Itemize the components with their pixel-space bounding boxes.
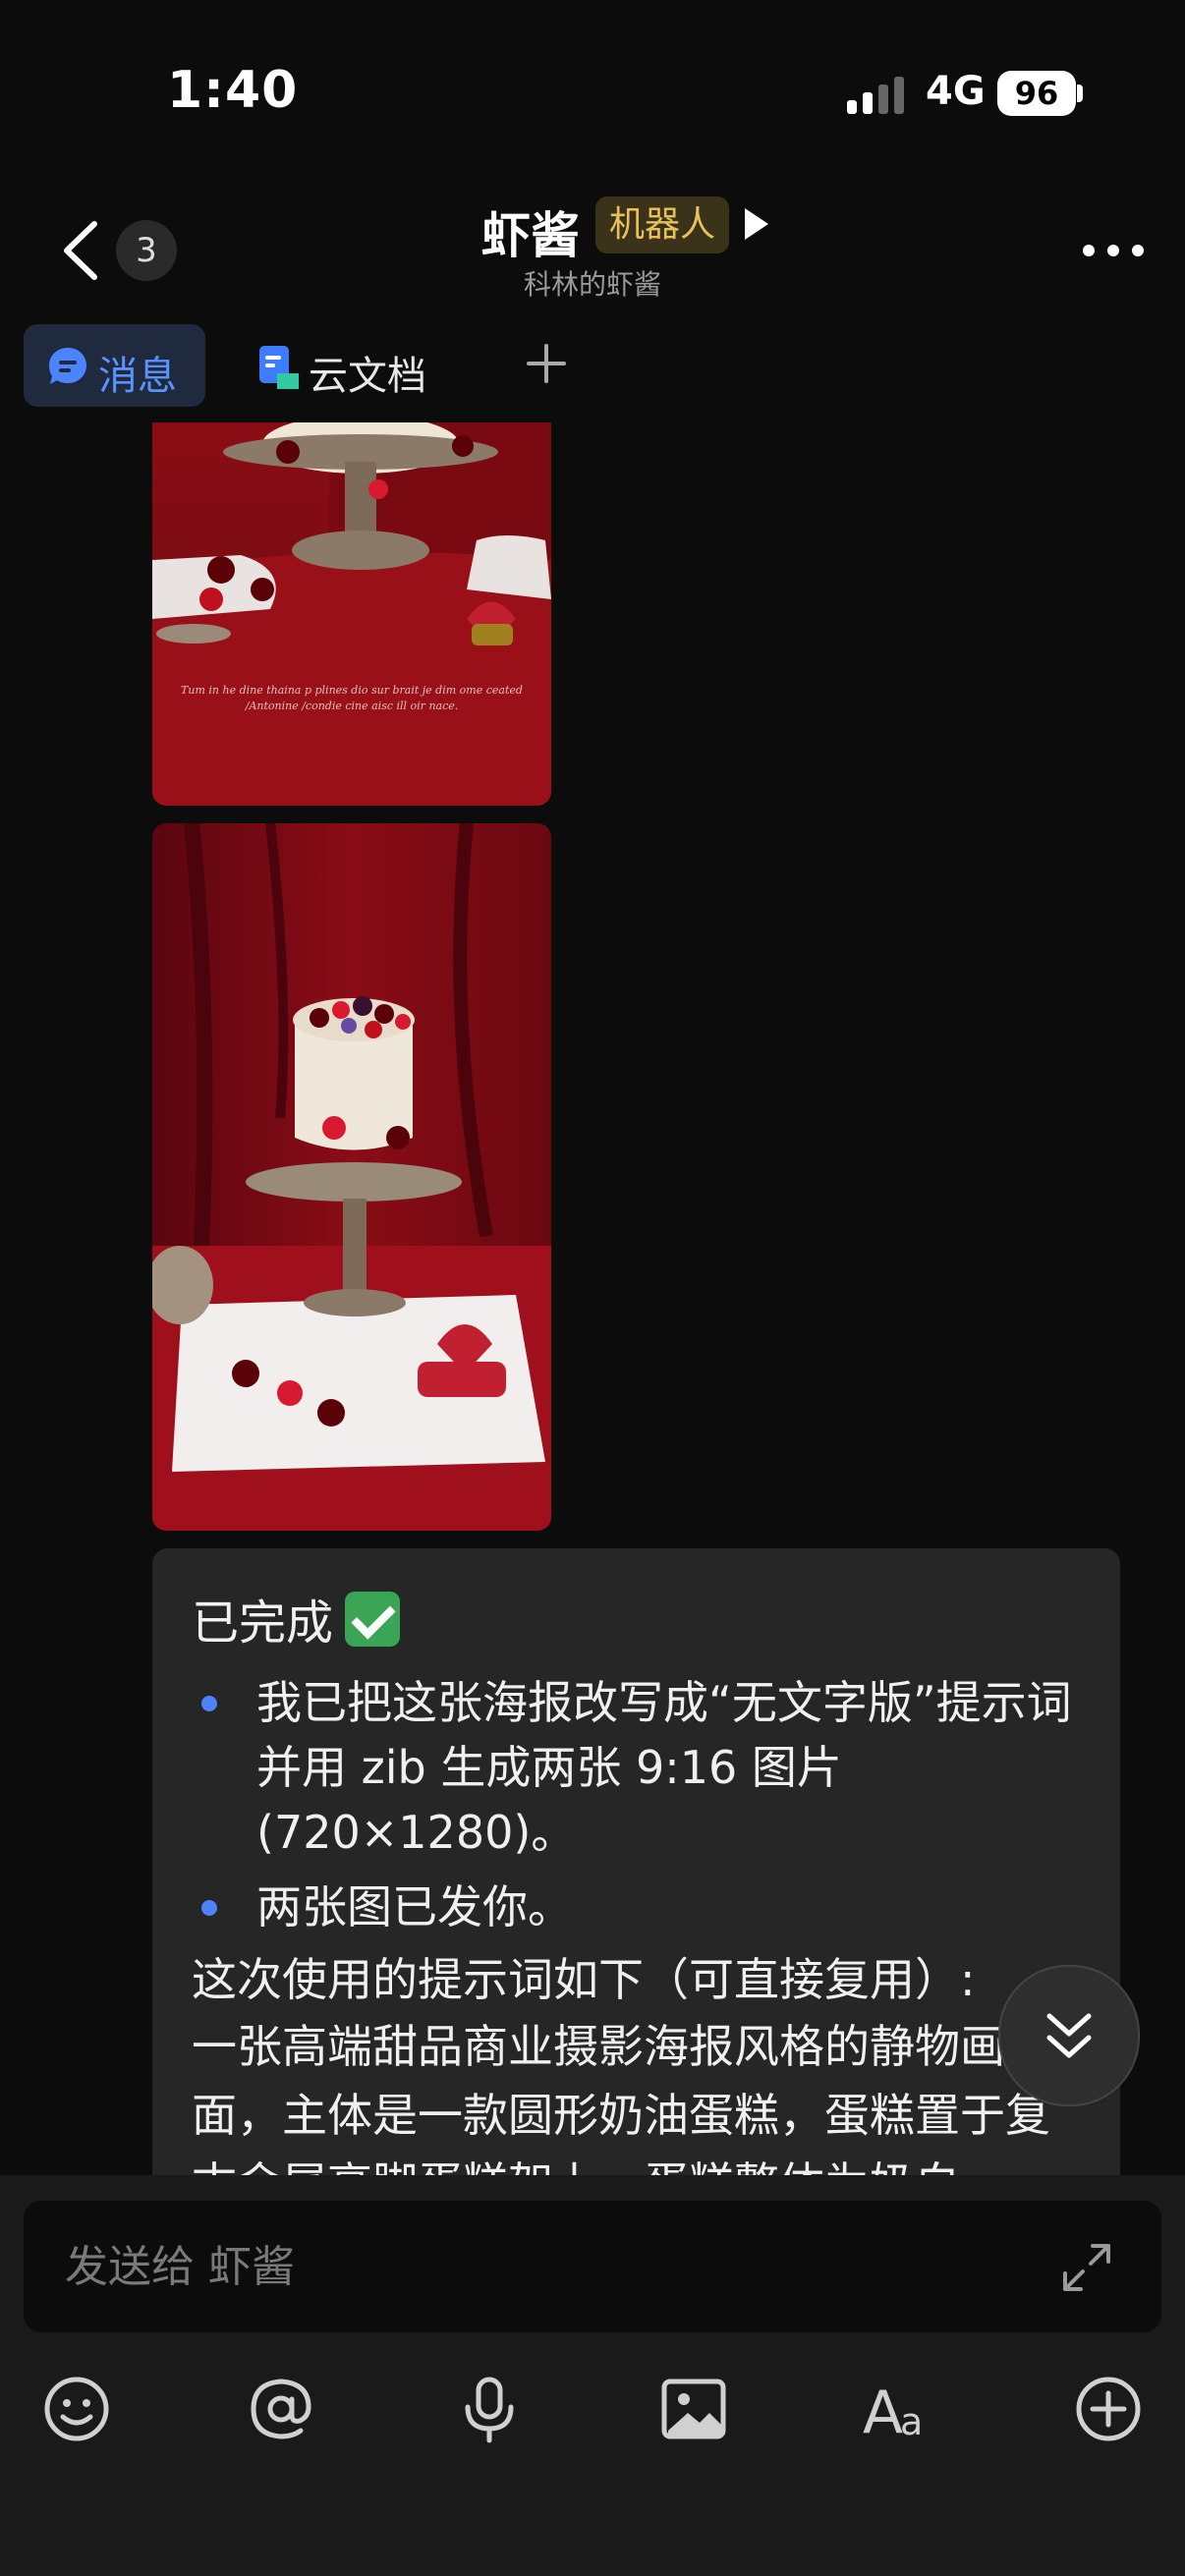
battery-icon: 96 xyxy=(997,71,1076,116)
svg-text:/Antonine /condie cine aisc il: /Antonine /condie cine aisc ill oir nace… xyxy=(245,700,459,712)
scroll-to-bottom-button[interactable] xyxy=(998,1965,1140,2106)
svg-text:a: a xyxy=(900,2400,923,2443)
generated-image-1[interactable]: Tum in he dine thaina p plines dio sur b… xyxy=(152,422,551,806)
bot-message-bubble: 已完成 我已把这张海报改写成“无文字版”提示词并用 zib 生成两张 9:16 … xyxy=(152,1548,1120,2177)
chat-title[interactable]: 虾酱 xyxy=(481,196,580,267)
tab-messages[interactable]: 消息 xyxy=(24,324,205,407)
svg-text:Tum in he dine thaina p plines: Tum in he dine thaina p plines dio sur b… xyxy=(181,684,523,697)
check-mark-icon xyxy=(345,1592,401,1647)
mention-icon[interactable] xyxy=(246,2374,316,2444)
status-time: 1:40 xyxy=(167,61,299,120)
signal-icon xyxy=(847,77,904,114)
bullet-text: 两张图已发你。 xyxy=(256,1880,573,1933)
list-item: 我已把这张海报改写成“无文字版”提示词并用 zib 生成两张 9:16 图片 (… xyxy=(192,1670,1082,1865)
chat-header: 3 虾酱 机器人 科林的虾酱 xyxy=(0,187,1185,314)
play-icon[interactable] xyxy=(743,206,770,242)
battery-tip xyxy=(1077,84,1083,102)
chat-bubble-icon xyxy=(49,348,86,384)
expand-icon[interactable] xyxy=(1059,2240,1114,2295)
cake-photo-2 xyxy=(152,823,551,1531)
add-circle-icon[interactable] xyxy=(1073,2374,1144,2444)
image-icon[interactable] xyxy=(658,2374,729,2444)
generated-image-2[interactable] xyxy=(152,823,551,1531)
message-paragraph: 一张高端甜品商业摄影海报风格的静物画面，主体是一款圆形奶油蛋糕，蛋糕置于复古金属… xyxy=(192,2020,1050,2177)
cloud-doc-icon xyxy=(259,346,299,389)
message-paragraph: 这次使用的提示词如下（可直接复用）: xyxy=(192,1953,976,2006)
message-input[interactable] xyxy=(63,2236,951,2297)
tab-cloud-docs-label: 云文档 xyxy=(309,354,426,399)
list-item: 两张图已发你。 xyxy=(192,1875,1082,1939)
bullet-text: 我已把这张海报改写成“无文字版”提示词并用 zib 生成两张 9:16 图片 (… xyxy=(256,1676,1072,1859)
bullet-dot-icon xyxy=(201,1900,217,1916)
text-format-icon[interactable]: A a xyxy=(863,2374,933,2444)
svg-text:A: A xyxy=(863,2379,903,2444)
composer-area: A a xyxy=(0,2175,1185,2576)
bullet-dot-icon xyxy=(201,1696,217,1711)
message-input-box[interactable] xyxy=(24,2201,1161,2332)
message-heading-text: 已完成 xyxy=(192,1596,334,1651)
network-type: 4G xyxy=(926,69,986,114)
cake-photo-1: Tum in he dine thaina p plines dio sur b… xyxy=(152,422,551,806)
add-tab-icon[interactable] xyxy=(525,342,568,385)
more-options-icon[interactable] xyxy=(1081,241,1146,260)
emoji-icon[interactable] xyxy=(41,2374,112,2444)
robot-tag: 机器人 xyxy=(595,196,730,253)
chat-subtitle: 科林的虾酱 xyxy=(523,268,661,301)
tab-bar: 消息 云文档 xyxy=(0,314,1185,422)
tab-messages-label: 消息 xyxy=(98,354,177,399)
status-bar: 1:40 4G 96 xyxy=(0,0,1185,187)
double-chevron-down-icon xyxy=(1046,2013,1092,2058)
message-heading: 已完成 xyxy=(192,1584,401,1652)
microphone-icon[interactable] xyxy=(454,2374,525,2444)
